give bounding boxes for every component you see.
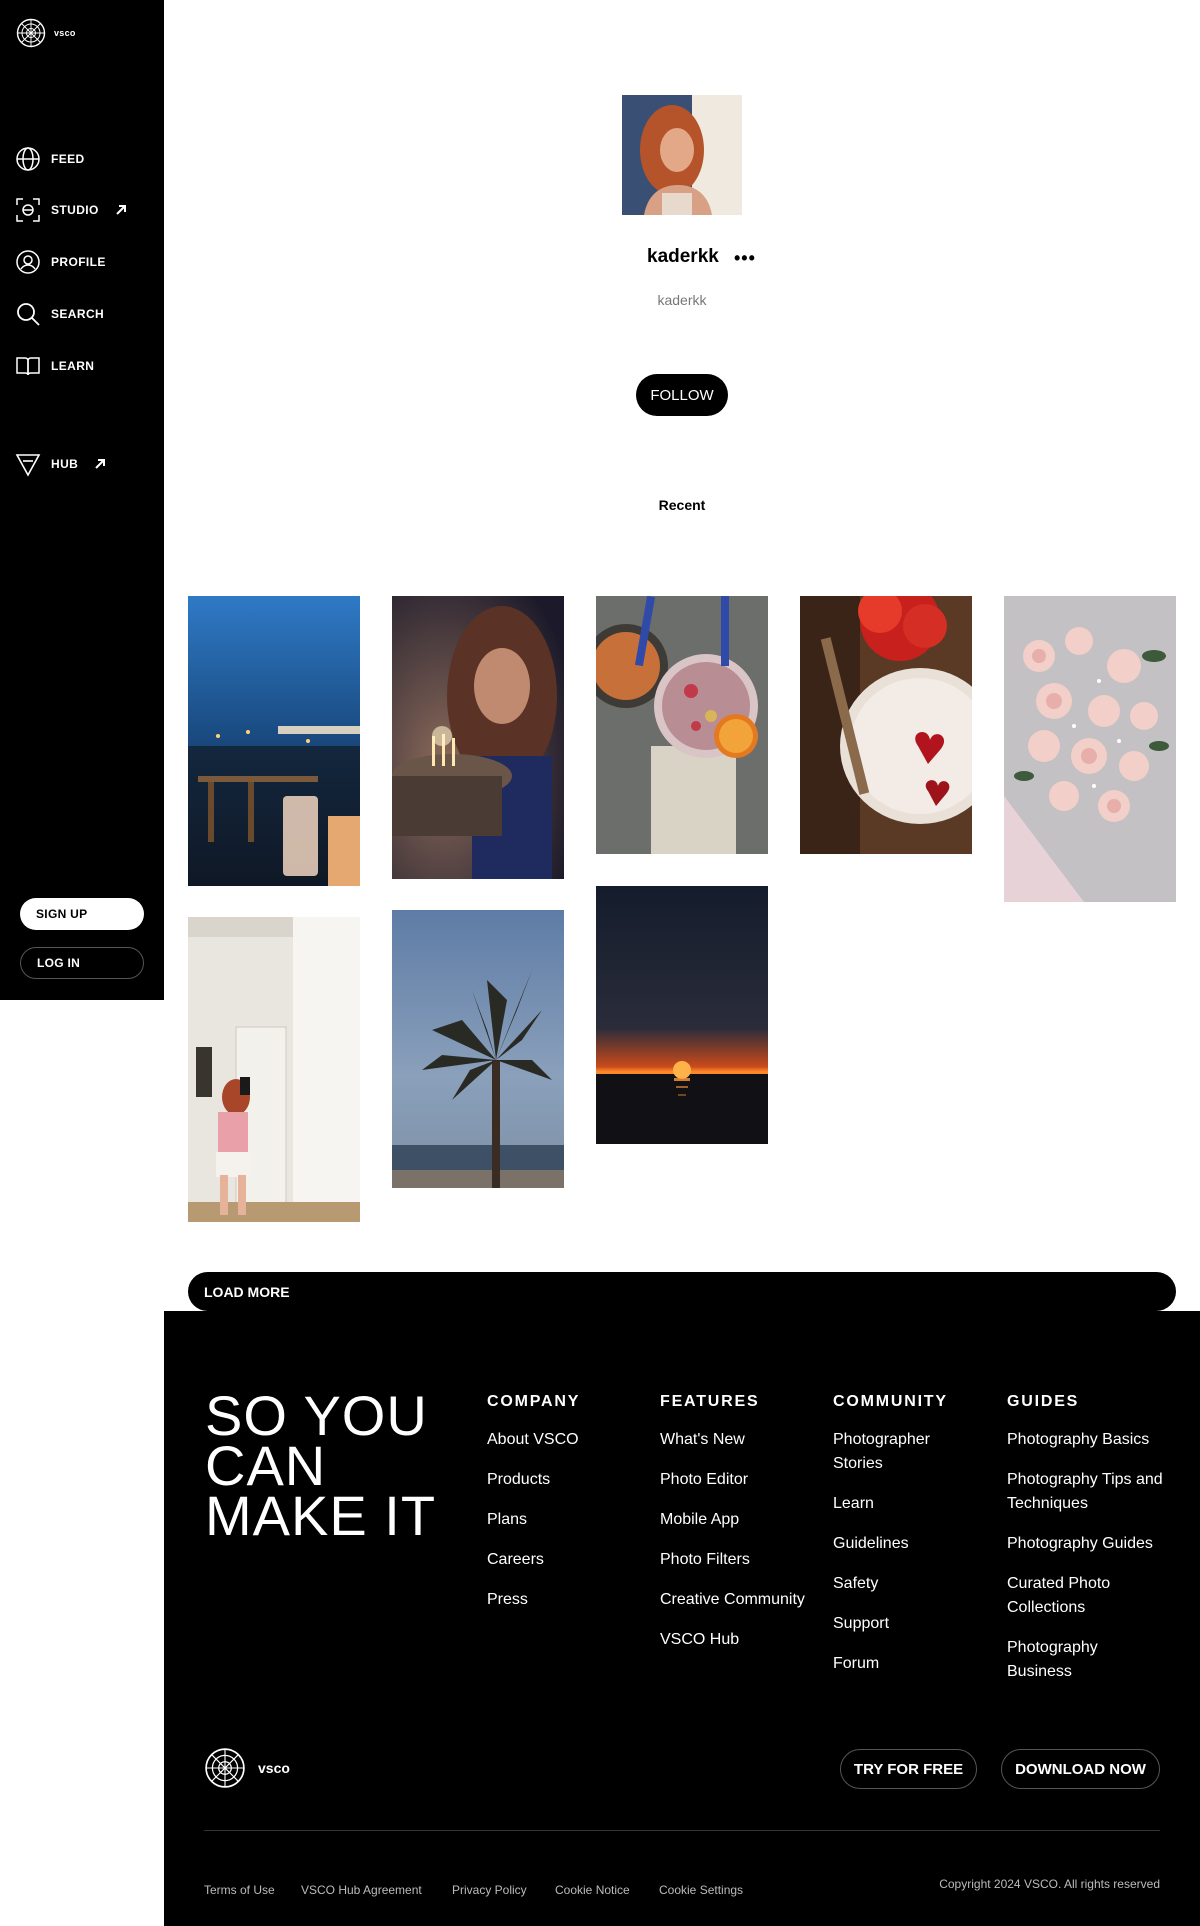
copyright-text: Copyright 2024 VSCO. All rights reserved (939, 1877, 1160, 1891)
legal-link[interactable]: VSCO Hub Agreement (301, 1883, 422, 1897)
footer-column-company: COMPANY About VSCO Products Plans Career… (487, 1393, 580, 1628)
footer-link[interactable]: Press (487, 1588, 580, 1612)
footer-link[interactable]: Safety (833, 1572, 963, 1596)
legal-link[interactable]: Cookie Settings (659, 1883, 743, 1897)
download-now-button[interactable]: DOWNLOAD NOW (1001, 1749, 1160, 1789)
try-for-free-button[interactable]: TRY FOR FREE (840, 1749, 977, 1789)
footer-link[interactable]: Creative Community (660, 1588, 805, 1612)
legal-link[interactable]: Terms of Use (204, 1883, 275, 1897)
nav-hub[interactable]: HUB (15, 451, 106, 477)
footer-tagline: SO YOU CAN MAKE IT (205, 1384, 437, 1547)
footer-link[interactable]: Plans (487, 1508, 580, 1532)
nav-studio-label: STUDIO (51, 203, 99, 217)
nav-profile[interactable]: PROFILE (15, 249, 106, 275)
footer: SO YOU CAN MAKE IT COMPANY About VSCO Pr… (164, 1311, 1200, 1926)
vsco-logo-icon (205, 1748, 245, 1788)
photo-tile[interactable] (392, 596, 564, 879)
hub-triangle-icon (15, 454, 41, 477)
nav-feed[interactable]: FEED (15, 146, 85, 172)
footer-link[interactable]: What's New (660, 1428, 805, 1452)
tab-recent[interactable]: Recent (0, 497, 1200, 513)
profile-avatar (622, 95, 742, 215)
log-in-button[interactable]: LOG IN (20, 947, 144, 979)
footer-link[interactable]: Photo Filters (660, 1548, 805, 1572)
vsco-logo[interactable]: vsco (16, 18, 76, 48)
profile-icon (16, 250, 40, 274)
footer-link[interactable]: Photo Editor (660, 1468, 805, 1492)
sign-up-button[interactable]: SIGN UP (20, 898, 144, 930)
photo-tile[interactable] (1004, 596, 1176, 902)
photo-tile[interactable] (596, 886, 768, 1144)
footer-column-features: FEATURES What's New Photo Editor Mobile … (660, 1393, 805, 1668)
footer-link[interactable]: Products (487, 1468, 580, 1492)
nav-profile-label: PROFILE (51, 255, 106, 269)
nav-learn-label: LEARN (51, 359, 95, 373)
footer-column-community: COMMUNITY Photographer Stories Learn Gui… (833, 1393, 963, 1692)
studio-icon (16, 198, 40, 222)
footer-link[interactable]: Mobile App (660, 1508, 805, 1532)
footer-heading: FEATURES (660, 1393, 760, 1410)
legal-link[interactable]: Privacy Policy (452, 1883, 527, 1897)
footer-link[interactable]: About VSCO (487, 1428, 580, 1452)
vsco-logo-icon (16, 18, 46, 48)
nav-hub-label: HUB (51, 457, 79, 471)
load-more-button[interactable]: LOAD MORE (188, 1272, 1176, 1311)
footer-heading: COMPANY (487, 1393, 581, 1410)
photo-tile[interactable] (188, 917, 360, 1222)
footer-link[interactable]: Curated Photo Collections (1007, 1572, 1167, 1620)
external-arrow-icon (95, 459, 106, 469)
footer-column-guides: GUIDES Photography Basics Photography Ti… (1007, 1393, 1167, 1700)
photo-tile[interactable] (188, 596, 360, 886)
footer-divider (204, 1830, 1160, 1831)
footer-link[interactable]: Support (833, 1612, 963, 1636)
footer-heading: COMMUNITY (833, 1393, 948, 1410)
photo-tile[interactable] (596, 596, 768, 854)
footer-link[interactable]: Guidelines (833, 1532, 963, 1556)
nav-search-label: SEARCH (51, 307, 105, 321)
profile-username: kaderkk (647, 246, 719, 267)
footer-link[interactable]: Forum (833, 1652, 963, 1676)
footer-wordmark: vsco (258, 1760, 290, 1776)
profile-handle: kaderkk (657, 292, 707, 308)
footer-link[interactable]: Photography Guides (1007, 1532, 1167, 1556)
footer-link[interactable]: Photography Business (1007, 1636, 1167, 1684)
follow-button[interactable]: FOLLOW (636, 374, 728, 416)
photo-tile[interactable] (392, 910, 564, 1188)
external-arrow-icon (116, 205, 126, 215)
footer-link[interactable]: Learn (833, 1492, 963, 1516)
footer-link[interactable]: Careers (487, 1548, 580, 1572)
footer-link[interactable]: VSCO Hub (660, 1628, 805, 1652)
footer-link[interactable]: Photographer Stories (833, 1428, 963, 1476)
photo-tile[interactable] (800, 596, 972, 854)
footer-link[interactable]: Photography Basics (1007, 1428, 1167, 1452)
more-options-button[interactable]: ••• (734, 249, 756, 267)
footer-link[interactable]: Photography Tips and Techniques (1007, 1468, 1167, 1516)
vsco-wordmark: vsco (54, 28, 76, 38)
nav-learn[interactable]: LEARN (15, 353, 94, 379)
footer-logo[interactable]: vsco (204, 1747, 290, 1789)
globe-icon (16, 147, 40, 171)
footer-heading: GUIDES (1007, 1393, 1080, 1410)
book-icon (16, 357, 40, 376)
legal-link[interactable]: Cookie Notice (555, 1883, 630, 1897)
nav-studio[interactable]: STUDIO (15, 197, 127, 223)
nav-feed-label: FEED (51, 152, 85, 166)
